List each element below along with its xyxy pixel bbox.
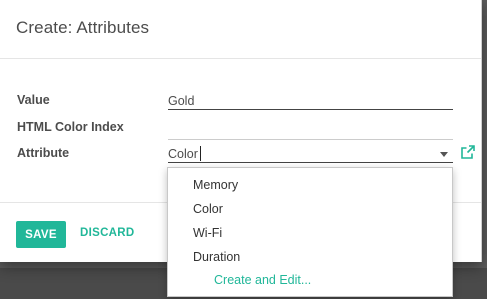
external-link-icon[interactable]: [461, 145, 475, 159]
attribute-label: Attribute: [17, 146, 70, 160]
dialog-title: Create: Attributes: [16, 18, 150, 37]
attribute-dropdown: Memory Color Wi-Fi Duration Create and E…: [167, 167, 453, 297]
dropdown-option-duration[interactable]: Duration: [193, 250, 240, 264]
color-index-label: HTML Color Index: [17, 120, 124, 134]
dropdown-option-memory[interactable]: Memory: [193, 178, 238, 192]
color-index-input[interactable]: [168, 139, 453, 140]
dialog-header: Create: Attributes: [0, 0, 481, 59]
text-cursor: [200, 146, 201, 161]
value-input[interactable]: [168, 92, 453, 110]
dropdown-option-wifi[interactable]: Wi-Fi: [193, 226, 222, 240]
dropdown-option-color[interactable]: Color: [193, 202, 223, 216]
caret-down-icon[interactable]: [440, 152, 448, 157]
discard-button[interactable]: DISCARD: [80, 227, 135, 239]
save-button[interactable]: SAVE: [16, 221, 66, 248]
value-label: Value: [17, 93, 50, 107]
create-and-edit-option[interactable]: Create and Edit...: [214, 273, 311, 287]
attribute-input[interactable]: [168, 145, 453, 163]
